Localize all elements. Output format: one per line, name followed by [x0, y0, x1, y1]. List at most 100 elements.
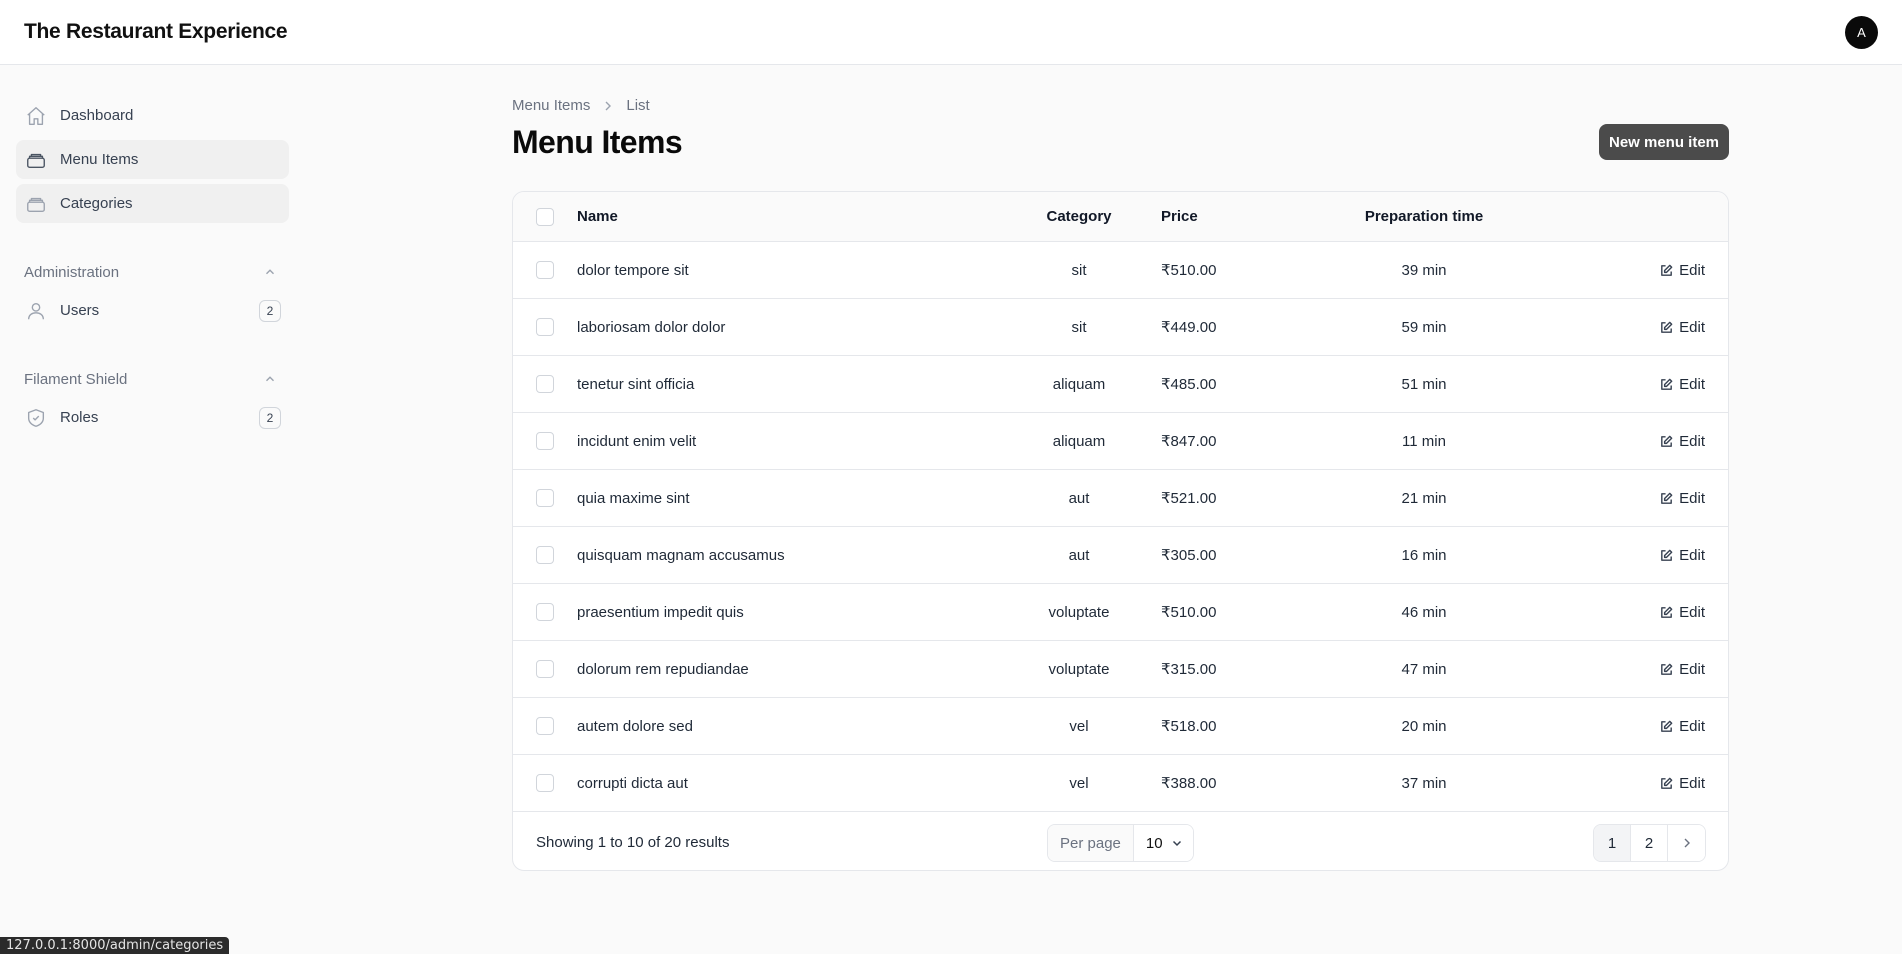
edit-icon	[1661, 777, 1673, 789]
nav-group-filament-shield[interactable]: Filament Shield	[16, 364, 289, 394]
sidebar-item-menu-items[interactable]: Menu Items	[16, 140, 289, 179]
sidebar-item-users[interactable]: Users 2	[16, 291, 289, 330]
nav-group-administration[interactable]: Administration	[16, 257, 289, 287]
cell-price: ₹521.00	[1161, 490, 1217, 507]
menu-items-table: Name Category Price Preparation time dol…	[512, 191, 1729, 871]
cell-name: quisquam magnam accusamus	[577, 546, 785, 564]
column-header-category[interactable]: Category	[1029, 208, 1129, 225]
cell-price: ₹510.00	[1161, 604, 1217, 621]
cell-preparation-time: 11 min	[1402, 432, 1446, 450]
edit-label: Edit	[1679, 546, 1705, 564]
edit-icon	[1661, 321, 1673, 333]
cell-name: autem dolore sed	[577, 717, 693, 735]
table-row[interactable]: dolorum rem repudiandae voluptate ₹315.00 4…	[513, 641, 1728, 698]
per-page-value: 10	[1145, 834, 1163, 852]
cell-name: laboriosam dolor dolor	[577, 318, 726, 336]
table-row[interactable]: autem dolore sed vel ₹518.00 20 min Edit	[513, 698, 1728, 755]
edit-button[interactable]: Edit	[1659, 718, 1705, 735]
row-checkbox[interactable]	[536, 261, 554, 279]
page-button-2[interactable]: 2	[1631, 825, 1668, 861]
table-row[interactable]: laboriosam dolor dolor sit ₹449.00 59 min Ed…	[513, 299, 1728, 356]
user-avatar[interactable]: A	[1845, 16, 1878, 49]
row-checkbox[interactable]	[536, 717, 554, 735]
edit-label: Edit	[1679, 603, 1705, 621]
table-body: dolor tempore sit sit ₹510.00 39 min Edit lab…	[513, 242, 1728, 812]
cell-category: vel	[1069, 717, 1089, 735]
edit-icon	[1661, 492, 1673, 504]
table-row[interactable]: quia maxime sint aut ₹521.00 21 min Edit	[513, 470, 1728, 527]
edit-button[interactable]: Edit	[1659, 490, 1705, 507]
edit-button[interactable]: Edit	[1659, 547, 1705, 564]
cell-category: sit	[1071, 318, 1087, 336]
edit-label: Edit	[1679, 318, 1705, 336]
cell-preparation-time: 51 min	[1401, 375, 1447, 393]
sidebar-item-label: Categories	[60, 195, 133, 212]
edit-button[interactable]: Edit	[1659, 319, 1705, 336]
sidebar-item-categories[interactable]: Categories	[16, 184, 289, 223]
table-header: Name Category Price Preparation time	[513, 192, 1728, 242]
edit-button[interactable]: Edit	[1659, 376, 1705, 393]
column-header-price[interactable]: Price	[1129, 208, 1349, 225]
chevron-up-icon[interactable]	[263, 265, 277, 279]
cell-name: quia maxime sint	[577, 489, 690, 507]
row-checkbox[interactable]	[536, 546, 554, 564]
edit-button[interactable]: Edit	[1659, 775, 1705, 792]
page-button-1[interactable]: 1	[1594, 825, 1631, 861]
cell-name: tenetur sint officia	[577, 375, 695, 393]
edit-button[interactable]: Edit	[1659, 262, 1705, 279]
breadcrumb-parent[interactable]: Menu Items	[512, 97, 590, 114]
row-checkbox[interactable]	[536, 603, 554, 621]
cell-category: aliquam	[1052, 375, 1106, 393]
edit-button[interactable]: Edit	[1659, 433, 1705, 450]
edit-label: Edit	[1679, 774, 1705, 792]
sidebar-item-label: Roles	[60, 409, 99, 426]
per-page-control: Per page 10	[1047, 824, 1194, 862]
next-page-button[interactable]	[1668, 825, 1705, 861]
table-row[interactable]: praesentium impedit quis voluptate ₹510.00…	[513, 584, 1728, 641]
cell-price: ₹315.00	[1161, 661, 1217, 678]
column-header-name[interactable]: Name	[577, 208, 1029, 225]
row-checkbox[interactable]	[536, 774, 554, 792]
sidebar-item-label: Menu Items	[60, 151, 139, 168]
select-all-checkbox[interactable]	[536, 207, 554, 226]
cell-name: dolorum rem repudiandae	[577, 660, 749, 678]
edit-label: Edit	[1679, 717, 1705, 735]
cell-preparation-time: 21 min	[1401, 489, 1447, 507]
cell-preparation-time: 59 min	[1401, 318, 1447, 336]
sidebar: Dashboard Menu Items Categories Administ…	[16, 96, 289, 442]
cell-price: ₹510.00	[1161, 262, 1217, 279]
edit-button[interactable]: Edit	[1659, 604, 1705, 621]
cell-category: aliquam	[1052, 432, 1106, 450]
edit-icon	[1661, 378, 1673, 390]
breadcrumb-current: List	[626, 97, 650, 114]
per-page-select[interactable]: 10	[1133, 825, 1193, 861]
row-checkbox[interactable]	[536, 489, 554, 507]
row-checkbox[interactable]	[536, 318, 554, 336]
table-row[interactable]: corrupti dicta aut vel ₹388.00 37 min Edit	[513, 755, 1728, 812]
edit-label: Edit	[1679, 375, 1705, 393]
row-checkbox[interactable]	[536, 375, 554, 393]
sidebar-item-roles[interactable]: Roles 2	[16, 398, 289, 437]
sidebar-item-label: Dashboard	[60, 107, 134, 124]
table-row[interactable]: tenetur sint officia aliquam ₹485.00 51 min…	[513, 356, 1728, 413]
row-checkbox[interactable]	[536, 432, 554, 450]
chevron-right-icon	[605, 101, 612, 110]
chevron-up-icon[interactable]	[263, 372, 277, 386]
home-icon	[24, 104, 48, 128]
brand-title[interactable]: The Restaurant Experience	[24, 20, 288, 44]
table-row[interactable]: incidunt enim velit aliquam ₹847.00 11 min E…	[513, 413, 1728, 470]
cell-preparation-time: 47 min	[1401, 660, 1447, 678]
nav-group-label: Administration	[24, 263, 120, 281]
new-menu-item-button[interactable]: New menu item	[1599, 124, 1729, 160]
user-icon	[24, 299, 48, 323]
sidebar-item-label: Users	[60, 302, 100, 319]
edit-icon	[1661, 606, 1673, 618]
edit-button[interactable]: Edit	[1659, 661, 1705, 678]
row-checkbox[interactable]	[536, 660, 554, 678]
status-bar-url: 127.0.0.1:8000/admin/categories	[0, 937, 230, 954]
table-row[interactable]: quisquam magnam accusamus aut ₹305.00 16 mi…	[513, 527, 1728, 584]
sidebar-item-dashboard[interactable]: Dashboard	[16, 96, 289, 135]
column-header-preparation-time[interactable]: Preparation time	[1349, 208, 1499, 225]
cell-category: aut	[1068, 546, 1090, 564]
table-row[interactable]: dolor tempore sit sit ₹510.00 39 min Edit	[513, 242, 1728, 299]
